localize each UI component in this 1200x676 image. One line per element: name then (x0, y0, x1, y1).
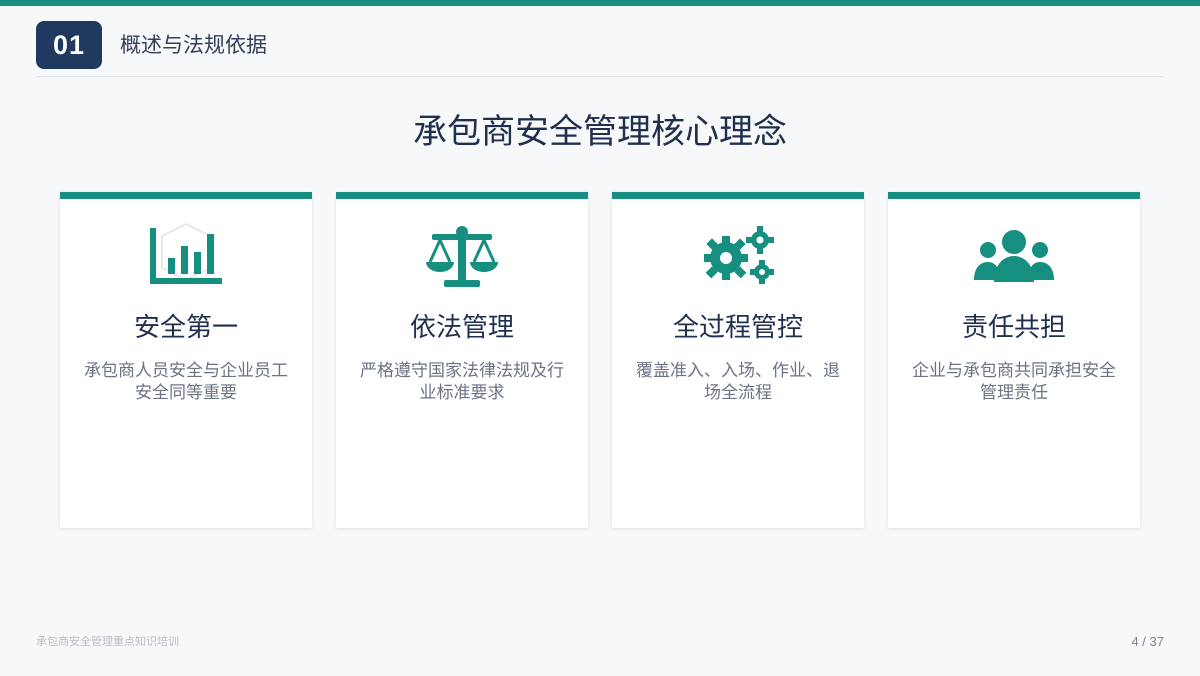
card-shared-responsibility: 责任共担 企业与承包商共同承担安全管理责任 (888, 192, 1140, 528)
card-title: 全过程管控 (672, 313, 803, 343)
section-number-badge: 01 (36, 21, 102, 69)
card-accent-bar (336, 192, 588, 199)
page-indicator: 4 / 37 (1131, 634, 1164, 649)
bar-chart-icon (146, 220, 226, 292)
card-title: 依法管理 (409, 313, 514, 343)
card-accent-bar (888, 192, 1140, 199)
users-group-icon (974, 220, 1054, 292)
card-description: 企业与承包商共同承担安全管理责任 (912, 361, 1116, 403)
page-title: 承包商安全管理核心理念 (413, 112, 787, 152)
header-divider (36, 76, 1164, 77)
card-accent-bar (60, 192, 312, 199)
slide: 01 概述与法规依据 承包商安全管理核心理念 安全第一 承包商人员安全与企业员工… (0, 0, 1200, 676)
gears-icon (698, 220, 778, 292)
card-accent-bar (612, 192, 864, 199)
card-full-process-control: 全过程管控 覆盖准入、入场、作业、退场全流程 (612, 192, 864, 528)
card-title: 安全第一 (133, 313, 238, 343)
section-title: 概述与法规依据 (120, 33, 267, 57)
card-description: 严格遵守国家法律法规及行业标准要求 (360, 361, 564, 403)
card-law-management: 依法管理 严格遵守国家法律法规及行业标准要求 (336, 192, 588, 528)
card-title: 责任共担 (961, 313, 1066, 343)
balance-scale-icon (422, 220, 502, 292)
card-safety-first: 安全第一 承包商人员安全与企业员工安全同等重要 (60, 192, 312, 528)
top-accent-bar (0, 0, 1200, 6)
card-description: 覆盖准入、入场、作业、退场全流程 (636, 361, 840, 403)
card-description: 承包商人员安全与企业员工安全同等重要 (84, 361, 288, 403)
footer-course-name: 承包商安全管理重点知识培训 (36, 635, 179, 648)
